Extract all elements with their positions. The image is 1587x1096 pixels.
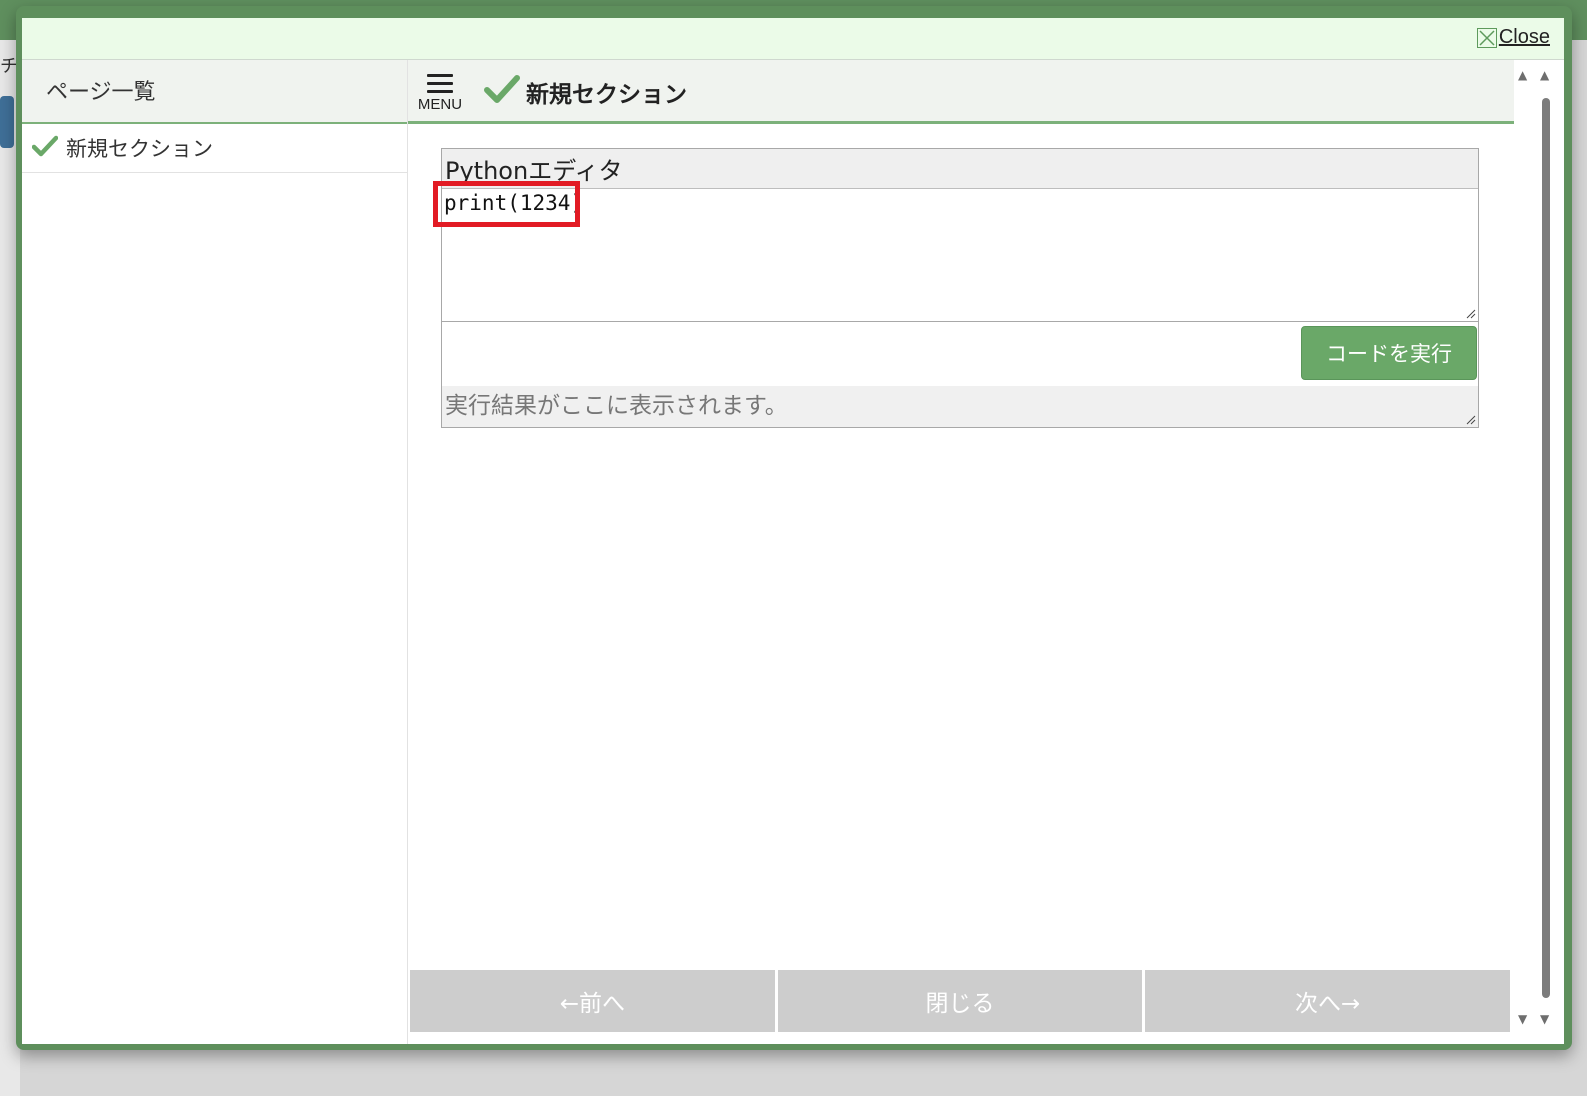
next-button[interactable]: 次へ→ (1145, 970, 1511, 1032)
run-code-button[interactable]: コードを実行 (1301, 326, 1477, 380)
modal-dialog: Close ページ一覧 新規セクション MENU 新規セクション Pythonエ… (16, 6, 1572, 1050)
modal-header: Close (22, 18, 1564, 60)
python-editor: Pythonエディタ print(1234) コードを実行 実行結果がここに表示… (433, 148, 1479, 428)
code-text: print(1234) (444, 191, 584, 215)
run-row: コードを実行 (442, 322, 1478, 386)
close-label: Close (1498, 26, 1550, 48)
page-list-sidebar: ページ一覧 新規セクション (22, 60, 408, 1044)
resize-handle-icon[interactable] (1466, 309, 1476, 319)
check-icon (484, 74, 520, 110)
code-input[interactable]: print(1234) (433, 181, 1478, 322)
page-list-title: ページ一覧 (22, 60, 407, 124)
scroll-down-icon[interactable]: ▼ (1518, 1012, 1527, 1026)
scroll-thumb[interactable] (1542, 98, 1550, 998)
close-button[interactable]: Close (1476, 26, 1550, 49)
close-page-button[interactable]: 閉じる (777, 970, 1143, 1032)
page-title: 新規セクション (484, 74, 687, 110)
page-title-text: 新規セクション (526, 82, 687, 108)
prev-button[interactable]: ←前へ (410, 970, 775, 1032)
scroll-up-icon[interactable]: ▲ (1518, 68, 1527, 82)
check-icon (31, 135, 59, 162)
background-button (0, 96, 14, 148)
resize-handle-icon[interactable] (1466, 415, 1476, 425)
footer-navigation: ←前へ 閉じる 次へ→ (410, 970, 1511, 1032)
menu-label: MENU (417, 96, 463, 113)
sidebar-item-label: 新規セクション (66, 137, 213, 161)
menu-button[interactable]: MENU (416, 74, 464, 118)
modal-content: Close ページ一覧 新規セクション MENU 新規セクション Pythonエ… (22, 18, 1564, 1044)
scroll-down-icon[interactable]: ▼ (1540, 1012, 1549, 1026)
section-header: MENU 新規セクション (408, 60, 1514, 124)
scrollbar[interactable]: ▲ ▲ ▼ ▼ (1514, 60, 1564, 1044)
output-area[interactable]: 実行結果がここに表示されます。 (442, 386, 1478, 427)
scroll-up-icon[interactable]: ▲ (1540, 68, 1549, 82)
hamburger-icon (427, 74, 453, 93)
sidebar-item-new-section[interactable]: 新規セクション (22, 124, 407, 173)
close-icon (1476, 27, 1497, 48)
output-placeholder: 実行結果がここに表示されます。 (445, 393, 788, 419)
editor-title: Pythonエディタ (442, 149, 1478, 189)
main-content: MENU 新規セクション Pythonエディタ print(1234) コードを… (408, 60, 1514, 1044)
